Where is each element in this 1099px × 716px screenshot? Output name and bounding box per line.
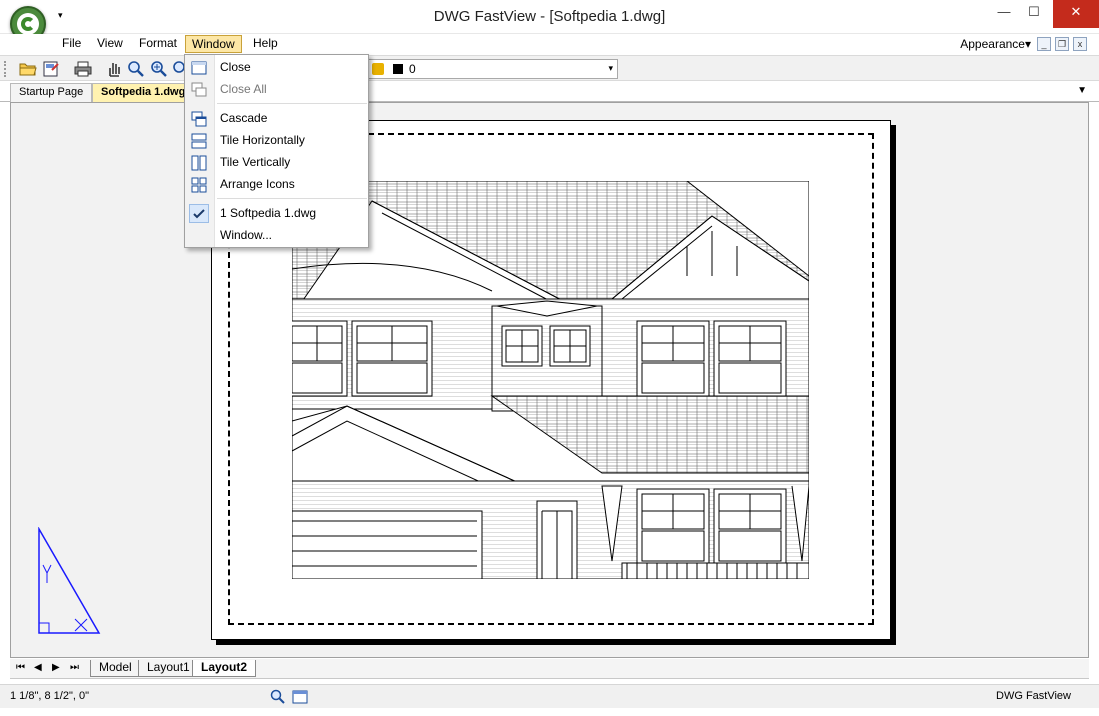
window-status-icon[interactable]	[292, 689, 308, 705]
layer-name: 0	[409, 62, 416, 76]
house-elevation-drawing	[292, 181, 809, 579]
menu-item-softpedia-dwg[interactable]: 1 Softpedia 1.dwg	[185, 203, 368, 224]
layer-select[interactable]: 0 ▾	[368, 59, 618, 79]
toolbar-grip[interactable]	[4, 61, 8, 77]
title-bar: ▾ DWG FastView - [Softpedia 1.dwg] — ☐ ✕	[0, 0, 1099, 42]
menu-item-window-dialog[interactable]: Window...	[185, 225, 368, 246]
mdi-minimize-button[interactable]: _	[1037, 37, 1051, 51]
arrange-icons-icon	[191, 177, 207, 193]
next-layout-icon[interactable]: ▶	[52, 662, 60, 673]
tab-layout1[interactable]: Layout1	[138, 660, 199, 677]
chevron-down-icon[interactable]: ▾	[608, 63, 613, 74]
mdi-restore-button[interactable]: ❐	[1055, 37, 1069, 51]
maximize-button[interactable]: ☐	[1020, 0, 1048, 28]
status-app-name: DWG FastView	[996, 690, 1071, 702]
tab-layout2[interactable]: Layout2	[192, 660, 257, 677]
menu-item-cascade[interactable]: Cascade	[185, 108, 368, 129]
menu-item-close[interactable]: Close	[185, 57, 368, 78]
tab-list-dropdown-icon[interactable]: ▼	[1077, 85, 1087, 96]
document-tab-strip: Startup Page Softpedia 1.dwg ▼	[0, 82, 1099, 102]
lock-icon	[372, 63, 384, 75]
menu-view[interactable]: View	[91, 35, 129, 53]
layer-color-swatch	[393, 64, 403, 74]
tab-softpedia-dwg[interactable]: Softpedia 1.dwg	[92, 83, 195, 102]
status-bar: 1 1/8", 8 1/2", 0" DWG FastView	[0, 684, 1099, 708]
appearance-menu[interactable]: Appearance▾	[960, 37, 1031, 51]
zoom-icon[interactable]	[127, 60, 145, 78]
window-icon	[191, 61, 207, 75]
ucs-icon	[38, 527, 101, 634]
menu-item-tile-horizontally[interactable]: Tile Horizontally	[185, 130, 368, 151]
window-menu-dropdown: Close Close All Cascade Tile Horizontall…	[184, 54, 369, 248]
mdi-close-button[interactable]: x	[1073, 37, 1087, 51]
toolbar: 0 ▾	[0, 55, 1099, 81]
pan-hand-icon[interactable]	[105, 60, 123, 78]
tab-startup-page[interactable]: Startup Page	[10, 83, 93, 102]
last-layout-icon[interactable]: ⏭	[70, 662, 79, 673]
window-title: DWG FastView - [Softpedia 1.dwg]	[433, 8, 666, 25]
previous-layout-icon[interactable]: ◀	[34, 662, 42, 673]
check-icon	[193, 209, 205, 219]
open-folder-icon[interactable]	[19, 60, 37, 78]
cursor-coordinates: 1 1/8", 8 1/2", 0"	[10, 690, 89, 702]
menu-bar: File View Format Window Help Appearance▾…	[0, 34, 1099, 54]
menu-item-tile-vertically[interactable]: Tile Vertically	[185, 152, 368, 173]
menu-item-arrange-icons[interactable]: Arrange Icons	[185, 174, 368, 195]
zoom-status-icon[interactable]	[270, 689, 286, 705]
minimize-button[interactable]: —	[990, 0, 1018, 28]
print-icon[interactable]	[74, 60, 92, 78]
menu-format[interactable]: Format	[133, 35, 183, 53]
tile-horizontal-icon	[191, 133, 207, 149]
menu-item-close-all[interactable]: Close All	[185, 79, 368, 100]
cascade-icon	[191, 111, 207, 127]
tile-vertical-icon	[191, 155, 207, 171]
first-layout-icon[interactable]: ⏮	[16, 662, 25, 673]
menu-help[interactable]: Help	[247, 35, 284, 53]
zoom-in-icon[interactable]	[150, 60, 168, 78]
windows-icon	[191, 82, 207, 97]
save-as-icon[interactable]	[42, 60, 60, 78]
tab-model[interactable]: Model	[90, 660, 141, 677]
menu-file[interactable]: File	[56, 35, 87, 53]
layout-tab-bar: ⏮ ◀ ▶ ⏭ Model Layout1 Layout2	[10, 659, 1089, 679]
close-window-button[interactable]: ✕	[1053, 0, 1099, 28]
drawing-canvas[interactable]	[10, 102, 1089, 658]
menu-window[interactable]: Window	[185, 35, 242, 53]
